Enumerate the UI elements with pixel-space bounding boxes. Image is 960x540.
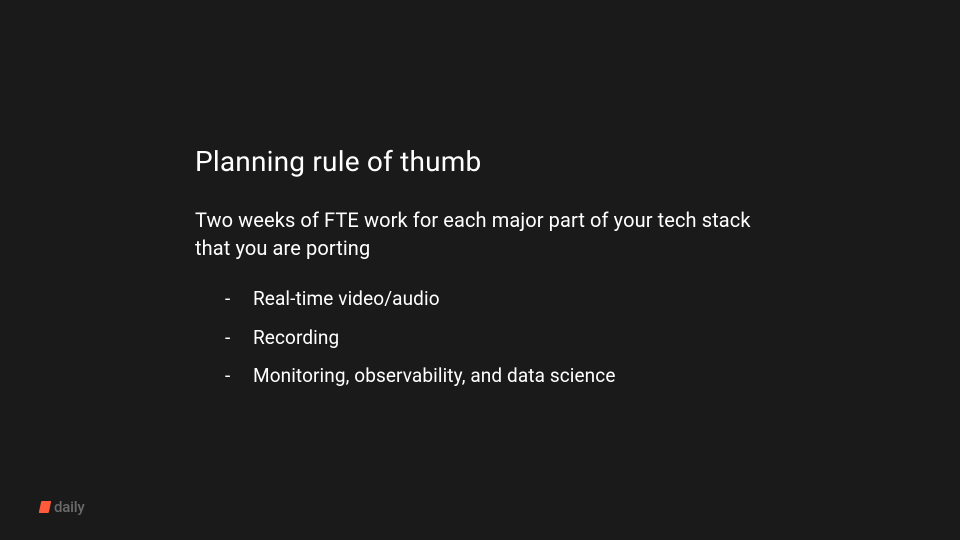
logo-text: daily xyxy=(54,498,85,516)
slide-subtitle: Two weeks of FTE work for each major par… xyxy=(195,206,770,262)
bullet-text: Real-time video/audio xyxy=(253,287,440,310)
list-item: - Recording xyxy=(225,325,770,352)
bullet-dash-icon: - xyxy=(225,286,230,313)
bullet-text: Monitoring, observability, and data scie… xyxy=(253,364,616,387)
bullet-dash-icon: - xyxy=(225,363,230,390)
bullet-text: Recording xyxy=(253,326,339,349)
logo-mark-icon xyxy=(39,501,52,513)
list-item: - Real-time video/audio xyxy=(225,286,770,313)
bullet-list: - Real-time video/audio - Recording - Mo… xyxy=(195,286,770,390)
list-item: - Monitoring, observability, and data sc… xyxy=(225,363,770,390)
brand-logo: daily xyxy=(40,498,85,516)
bullet-dash-icon: - xyxy=(225,325,230,352)
slide-title: Planning rule of thumb xyxy=(195,145,770,178)
slide-content: Planning rule of thumb Two weeks of FTE … xyxy=(0,0,960,390)
